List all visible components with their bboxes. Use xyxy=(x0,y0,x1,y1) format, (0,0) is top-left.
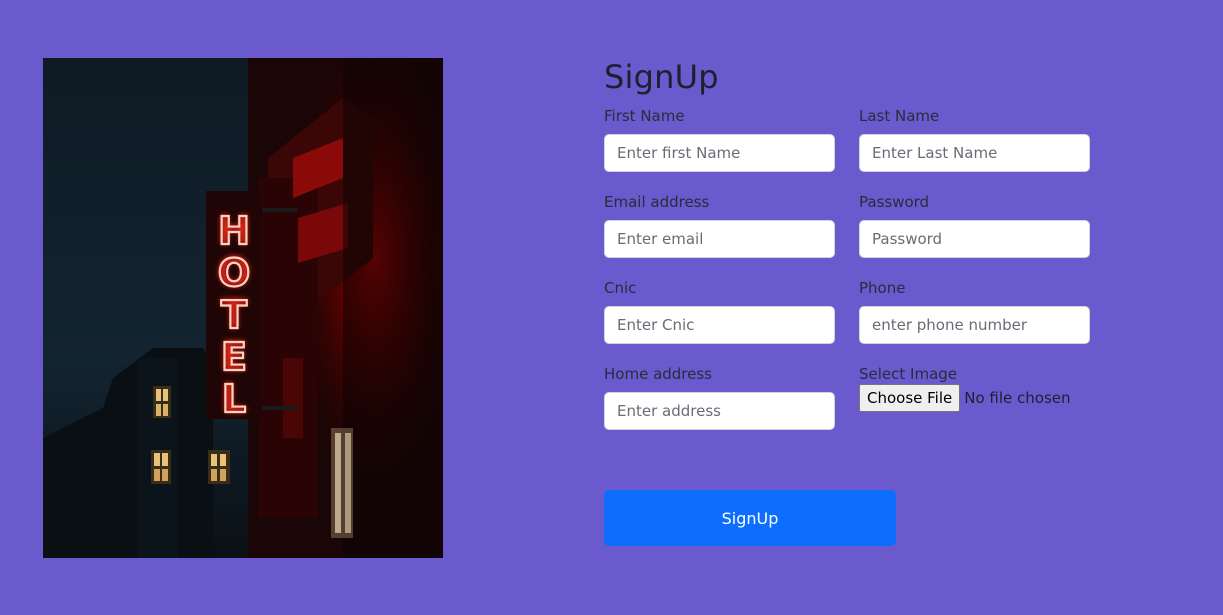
password-label: Password xyxy=(859,193,930,211)
last-name-label: Last Name xyxy=(859,107,940,125)
hotel-photo: H O T E L H O T E L xyxy=(43,58,443,558)
password-input[interactable] xyxy=(859,220,1090,258)
email-input[interactable] xyxy=(604,220,835,258)
home-address-input[interactable] xyxy=(604,392,835,430)
last-name-input[interactable] xyxy=(859,134,1090,172)
phone-input[interactable] xyxy=(859,306,1090,344)
file-status: No file chosen xyxy=(964,389,1071,407)
home-address-group: Home address xyxy=(604,364,835,430)
cnic-label: Cnic xyxy=(604,279,637,297)
first-name-label: First Name xyxy=(604,107,685,125)
password-group: Password xyxy=(859,192,1090,258)
cnic-input[interactable] xyxy=(604,306,835,344)
first-name-input[interactable] xyxy=(604,134,835,172)
last-name-group: Last Name xyxy=(859,106,1090,172)
home-address-label: Home address xyxy=(604,365,712,383)
sign-letter: T xyxy=(221,293,247,337)
email-group: Email address xyxy=(604,192,835,258)
signup-button[interactable]: SignUp xyxy=(604,490,896,546)
select-image-group: Select Image Choose File No file chosen xyxy=(859,364,1119,412)
sign-letter: O xyxy=(218,251,250,295)
email-label: Email address xyxy=(604,193,710,211)
first-name-group: First Name xyxy=(604,106,835,172)
page-title: SignUp xyxy=(604,58,719,96)
select-image-label: Select Image xyxy=(859,365,958,383)
sign-letter: E xyxy=(221,335,247,379)
neon-hotel-sign: H O T E L H O T E L xyxy=(217,208,252,422)
sign-letter: H xyxy=(218,209,250,253)
form-grid: First Name Last Name Email address Passw… xyxy=(604,98,1104,546)
hotel-photo-art: H O T E L H O T E L xyxy=(43,58,443,558)
phone-label: Phone xyxy=(859,279,906,297)
sign-letter: L xyxy=(222,377,246,421)
file-input[interactable]: Choose File No file chosen xyxy=(859,384,1119,412)
signup-form: SignUp First Name Last Name Email addres… xyxy=(604,56,1104,546)
choose-file-button[interactable]: Choose File xyxy=(859,384,961,412)
phone-group: Phone xyxy=(859,278,1090,344)
cnic-group: Cnic xyxy=(604,278,835,344)
